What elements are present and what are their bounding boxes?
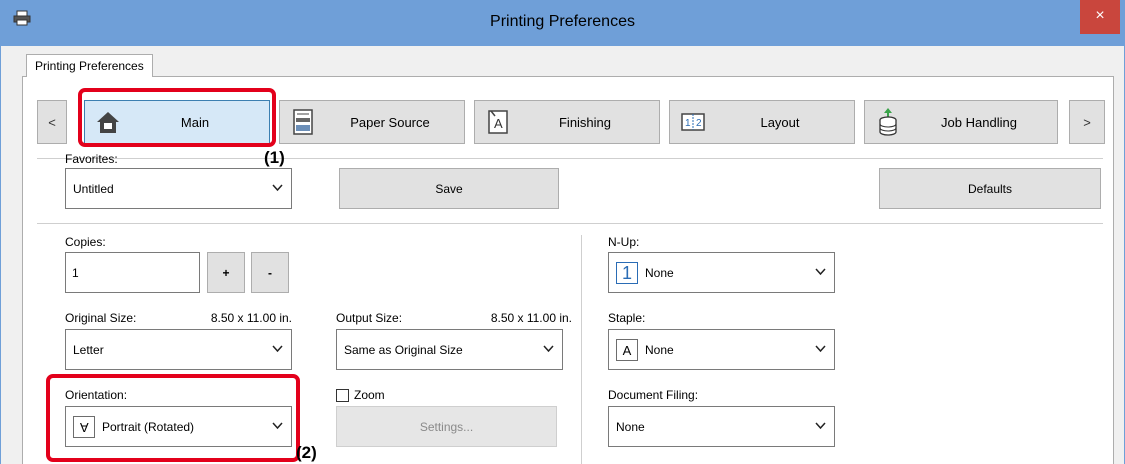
callout-1: (1) bbox=[264, 148, 285, 167]
nav-next-label: > bbox=[1083, 114, 1091, 130]
svg-text:1: 1 bbox=[685, 118, 691, 129]
original-size-value: Letter bbox=[73, 343, 104, 357]
layout-icon: 1 2 bbox=[681, 113, 705, 131]
copies-label: Copies: bbox=[65, 235, 106, 249]
tab-finishing[interactable]: A Finishing bbox=[474, 100, 660, 144]
nup-select[interactable]: 1 None bbox=[608, 252, 835, 293]
tab-finishing-label: Finishing bbox=[558, 115, 612, 130]
close-button[interactable]: × bbox=[1080, 0, 1120, 34]
finishing-icon: A bbox=[488, 110, 508, 134]
tab-layout[interactable]: 1 2 Layout bbox=[669, 100, 855, 144]
dialog-body: Printing Preferences < Main Paper Source bbox=[0, 46, 1125, 464]
document-filing-value: None bbox=[616, 420, 645, 434]
staple-select[interactable]: A None bbox=[608, 329, 835, 370]
paper-tray-icon bbox=[293, 109, 313, 135]
tab-paper-source-label: Paper Source bbox=[350, 115, 430, 130]
save-button[interactable]: Save bbox=[339, 168, 559, 209]
job-handling-icon bbox=[879, 108, 897, 136]
highlight-main-tab bbox=[78, 88, 276, 147]
svg-text:A: A bbox=[494, 116, 503, 131]
output-size-dimension: 8.50 x 11.00 in. bbox=[490, 311, 572, 325]
column-divider bbox=[581, 235, 582, 464]
chevron-down-icon bbox=[272, 345, 283, 353]
staple-icon: A bbox=[616, 339, 638, 361]
nav-prev-label: < bbox=[48, 114, 56, 130]
title-bar: Printing Preferences × bbox=[0, 0, 1125, 46]
favorites-divider bbox=[37, 223, 1103, 224]
window-title: Printing Preferences bbox=[490, 13, 635, 30]
tab-printing-preferences[interactable]: Printing Preferences bbox=[26, 54, 153, 77]
tab-job-handling-label: Job Handling bbox=[941, 115, 1017, 130]
tab-job-handling[interactable]: Job Handling bbox=[864, 100, 1058, 144]
nav-prev-button[interactable]: < bbox=[37, 100, 67, 144]
output-size-value: Same as Original Size bbox=[344, 343, 463, 357]
nav-divider bbox=[37, 158, 1103, 159]
nup-label: N-Up: bbox=[608, 235, 640, 249]
document-filing-select[interactable]: None bbox=[608, 406, 835, 447]
chevron-down-icon bbox=[543, 345, 554, 353]
staple-value: None bbox=[645, 343, 674, 357]
svg-text:2: 2 bbox=[696, 118, 702, 129]
document-filing-label: Document Filing: bbox=[608, 388, 699, 402]
copies-minus-button[interactable]: - bbox=[251, 252, 289, 293]
chevron-down-icon bbox=[272, 184, 283, 192]
tab-paper-source[interactable]: Paper Source bbox=[279, 100, 465, 144]
original-size-select[interactable]: Letter bbox=[65, 329, 292, 370]
nup-icon: 1 bbox=[616, 262, 638, 284]
nav-next-button[interactable]: > bbox=[1069, 100, 1105, 144]
zoom-settings-button[interactable]: Settings... bbox=[336, 406, 557, 447]
favorites-select[interactable]: Untitled bbox=[65, 168, 292, 209]
highlight-orientation bbox=[46, 374, 300, 462]
copies-value: 1 bbox=[72, 266, 79, 280]
chevron-down-icon bbox=[815, 268, 826, 276]
chevron-down-icon bbox=[815, 422, 826, 430]
original-size-label: Original Size: bbox=[65, 311, 137, 325]
favorites-label: Favorites: bbox=[65, 152, 118, 166]
preferences-panel: < Main Paper Source A Finishing 1 2 Layo… bbox=[22, 76, 1114, 464]
staple-label: Staple: bbox=[608, 311, 646, 325]
zoom-label: Zoom bbox=[354, 388, 385, 402]
tab-layout-label: Layout bbox=[760, 115, 800, 130]
defaults-button[interactable]: Defaults bbox=[879, 168, 1101, 209]
callout-2: (2) bbox=[296, 443, 317, 462]
original-size-dimension: 8.50 x 11.00 in. bbox=[210, 311, 292, 325]
zoom-checkbox[interactable] bbox=[336, 389, 349, 402]
chevron-down-icon bbox=[815, 345, 826, 353]
nup-value: None bbox=[645, 266, 674, 280]
output-size-label: Output Size: bbox=[336, 311, 403, 325]
copies-plus-button[interactable]: + bbox=[207, 252, 245, 293]
copies-input[interactable]: 1 bbox=[65, 252, 200, 293]
output-size-select[interactable]: Same as Original Size bbox=[336, 329, 563, 370]
favorites-value: Untitled bbox=[73, 182, 114, 196]
